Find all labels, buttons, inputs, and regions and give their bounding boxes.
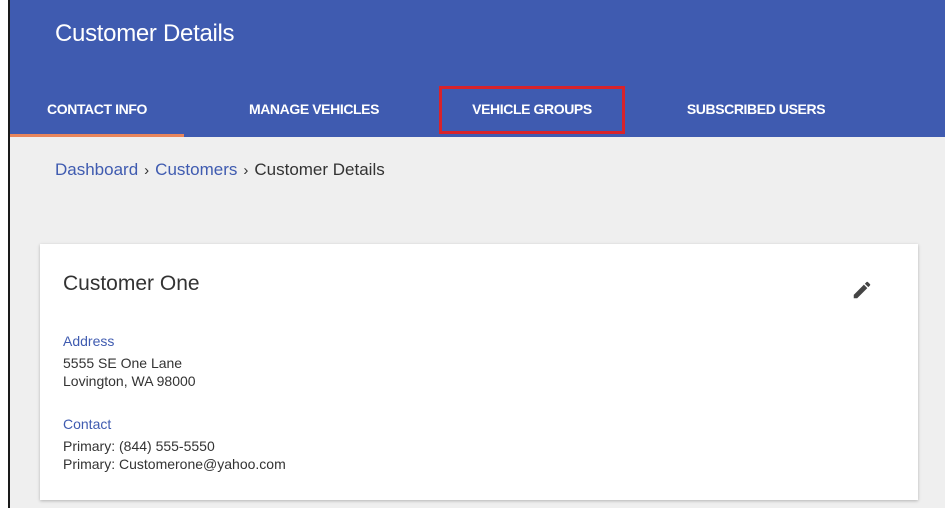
page-title: Customer Details bbox=[55, 20, 235, 47]
contact-label: Contact bbox=[63, 416, 112, 432]
customer-name: Customer One bbox=[63, 272, 200, 295]
vehicle-groups-highlight-box bbox=[439, 86, 625, 134]
active-tab-indicator bbox=[10, 134, 184, 137]
edit-button[interactable] bbox=[846, 274, 878, 306]
header-bar: Customer Details CONTACT INFO MANAGE VEH… bbox=[10, 0, 945, 137]
address-label: Address bbox=[63, 333, 115, 349]
breadcrumb-customers[interactable]: Customers bbox=[155, 160, 237, 179]
app-frame: Customer Details CONTACT INFO MANAGE VEH… bbox=[8, 0, 945, 508]
contact-email: Primary: Customerone@yahoo.com bbox=[63, 456, 286, 472]
address-line-2: Lovington, WA 98000 bbox=[63, 373, 196, 389]
contact-phone: Primary: (844) 555-5550 bbox=[63, 438, 215, 454]
tab-bar: CONTACT INFO MANAGE VEHICLES VEHICLE GRO… bbox=[10, 86, 945, 137]
tab-manage-vehicles[interactable]: MANAGE VEHICLES bbox=[205, 86, 423, 134]
tab-contact-info[interactable]: CONTACT INFO bbox=[10, 86, 184, 134]
customer-card: Customer One Address 5555 SE One Lane Lo… bbox=[40, 244, 918, 500]
breadcrumb-dashboard[interactable]: Dashboard bbox=[55, 160, 138, 179]
chevron-right-icon: › bbox=[243, 162, 249, 179]
breadcrumb: Dashboard › Customers › Customer Details bbox=[55, 160, 385, 180]
breadcrumb-current: Customer Details bbox=[254, 160, 385, 179]
tab-subscribed-users[interactable]: SUBSCRIBED USERS bbox=[646, 86, 866, 134]
pencil-icon bbox=[853, 281, 871, 299]
address-line-1: 5555 SE One Lane bbox=[63, 355, 183, 371]
chevron-right-icon: › bbox=[144, 162, 150, 179]
